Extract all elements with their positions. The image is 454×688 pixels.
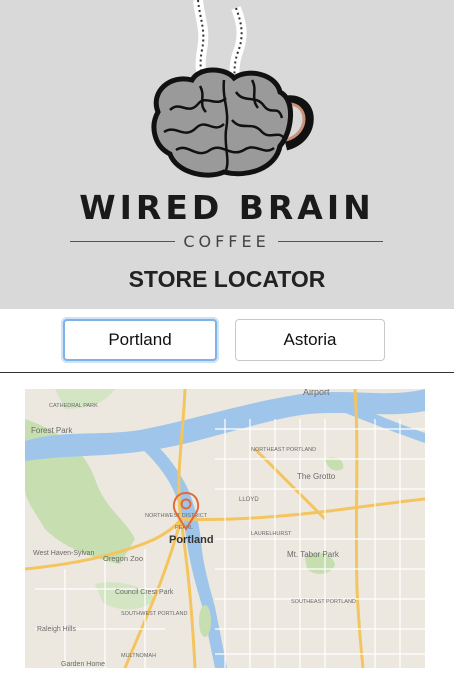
map-label-laurelhurst: LAURELHURST	[251, 531, 292, 537]
map-label-se-portland: SOUTHEAST PORTLAND	[291, 599, 356, 605]
subtitle-rule-right	[277, 240, 384, 242]
brand-sub-text: COFFEE	[183, 231, 270, 251]
map-label-grotto: The Grotto	[297, 472, 336, 481]
subtitle-rule-left	[70, 240, 176, 242]
map-label-oregon-zoo: Oregon Zoo	[103, 554, 143, 563]
portland-button[interactable]: Portland	[63, 319, 217, 361]
brand-name: WIRED BRAIN	[79, 188, 375, 227]
map-label-mt-tabor: Mt. Tabor Park	[287, 550, 340, 559]
map-label-council-crest: Council Crest Park	[115, 589, 174, 596]
map-label-raleigh-hills: Raleigh Hills	[37, 626, 76, 633]
page-title: STORE LOCATOR	[128, 266, 326, 292]
map-label-lloyd: LLOYD	[239, 497, 259, 503]
brand-subtitle: COFFEE	[70, 230, 384, 252]
map-label-multnomah: MULTNOMAH	[121, 653, 156, 659]
map-canvas: Airport Forest Park The Grotto Mt. Tabor…	[25, 389, 425, 668]
astoria-button[interactable]: Astoria	[235, 319, 385, 361]
map-label-garden-home: Garden Home	[61, 661, 105, 668]
map-label-cathedral-park: CATHEDRAL PARK	[49, 403, 98, 409]
map-label-forest-park: Forest Park	[31, 426, 73, 435]
map-label-ne-portland: NORTHEAST PORTLAND	[251, 447, 316, 453]
map-city-label: Portland	[169, 534, 214, 546]
map[interactable]: Airport Forest Park The Grotto Mt. Tabor…	[25, 389, 425, 668]
map-label-west-haven: West Haven-Sylvan	[33, 550, 94, 557]
header: WIRED BRAIN COFFEE STORE LOCATOR	[0, 0, 454, 309]
map-label-airport: Airport	[303, 389, 330, 397]
brain-coffee-logo	[151, 0, 314, 178]
map-label-sw-portland: SOUTHWEST PORTLAND	[121, 611, 187, 617]
divider	[0, 372, 454, 373]
